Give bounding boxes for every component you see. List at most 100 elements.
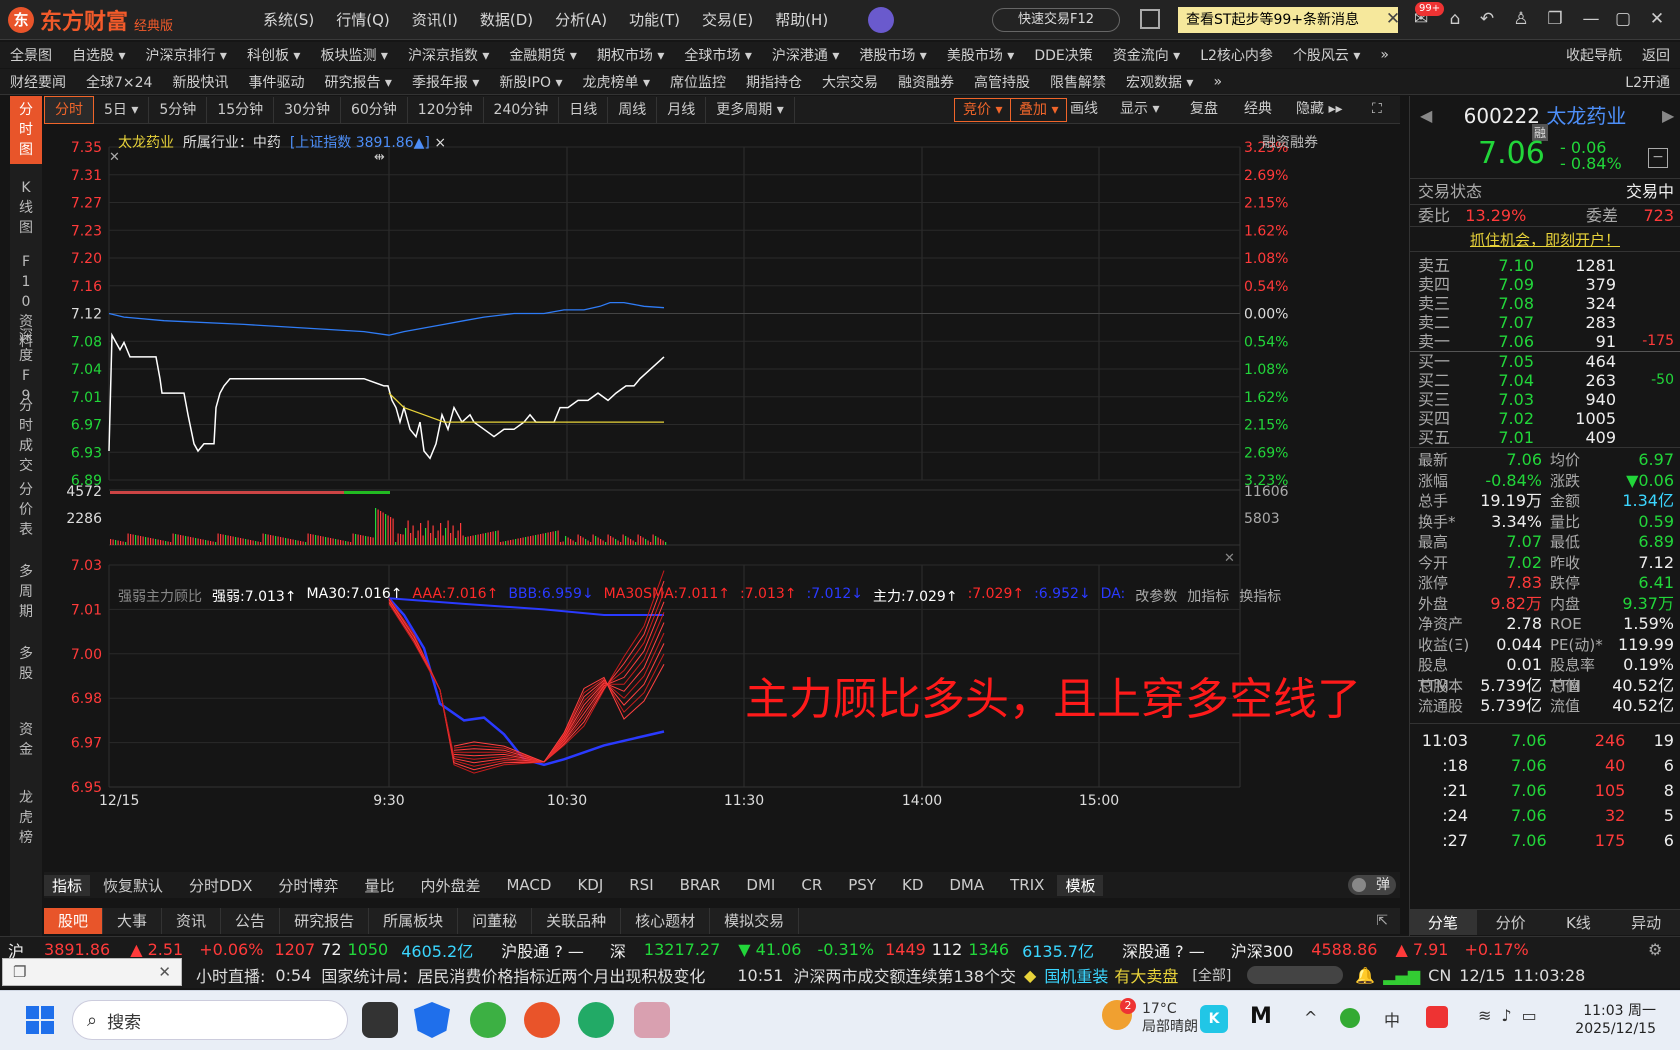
period-tab[interactable]: 30分钟 <box>274 96 341 123</box>
nav-item[interactable]: L2开通 <box>1615 72 1680 92</box>
menu-item[interactable]: 行情(Q) <box>325 8 401 32</box>
period-tab[interactable]: 分时 <box>44 95 94 124</box>
menu-item[interactable]: 交易(E) <box>691 8 764 32</box>
chart-tool-button[interactable]: 显示 ▾ <box>1112 98 1167 122</box>
back-icon[interactable]: ↶ <box>1476 8 1498 30</box>
order-book-row[interactable]: 买四 7.02 1005 <box>1410 409 1680 428</box>
taskbar-search[interactable]: ⌕ 搜索 <box>72 1000 348 1040</box>
indicator-tab[interactable]: 分时DDX <box>176 875 265 896</box>
info-tab[interactable]: 大事 <box>103 908 163 934</box>
search-mini-input[interactable] <box>1247 966 1344 984</box>
nav-item[interactable]: 金融期货 ▾ <box>499 45 586 65</box>
nav-item[interactable]: 返回 <box>1632 45 1680 65</box>
period-tab[interactable]: 月线 <box>657 96 707 123</box>
image-app-icon[interactable] <box>634 1002 670 1038</box>
chat-app-icon[interactable] <box>578 1002 614 1038</box>
nav-item[interactable]: » <box>1203 74 1232 90</box>
collapse-icon[interactable]: − <box>1648 148 1668 168</box>
nav-item[interactable]: 港股市场 ▾ <box>849 45 936 65</box>
period-tab[interactable]: 60分钟 <box>341 96 408 123</box>
nav-item[interactable]: 沪深港通 ▾ <box>762 45 849 65</box>
sgt-label[interactable]: 深股通 ? — <box>1104 938 1223 962</box>
grid-layout-icon[interactable] <box>1140 9 1160 29</box>
menu-item[interactable]: 数据(D) <box>469 8 544 32</box>
k-app-icon[interactable]: K <box>1200 1005 1228 1033</box>
indicator-tab[interactable]: CR <box>788 876 835 894</box>
period-tab[interactable]: 5分钟 <box>149 96 208 123</box>
open-account-link[interactable]: 抓住机会，即刻开户！ <box>1470 231 1620 249</box>
nav-item[interactable]: 新股IPO ▾ <box>489 72 572 92</box>
order-book-row[interactable]: 卖三 7.08 324 <box>1410 294 1680 313</box>
sz-index[interactable]: 13217.27 <box>634 940 730 959</box>
nav-item[interactable]: 融资融券 <box>888 72 964 92</box>
info-tab[interactable]: 资讯 <box>162 908 222 934</box>
period-tab[interactable]: 周线 <box>608 96 658 123</box>
period-tab[interactable]: 更多周期 ▾ <box>706 96 795 123</box>
info-tab[interactable]: 研究报告 <box>280 908 370 934</box>
margin-label[interactable]: 融资融券 <box>1262 132 1318 152</box>
nav-item[interactable]: 财经要闻 <box>0 72 76 92</box>
order-book-row[interactable]: 买三 7.03 940 <box>1410 390 1680 409</box>
nav-item[interactable]: 沪深京排行 ▾ <box>135 45 236 65</box>
view-tab[interactable]: 资金 <box>10 716 42 764</box>
nav-item[interactable]: 个股风云 ▾ <box>1283 45 1370 65</box>
period-tab[interactable]: 15分钟 <box>207 96 275 123</box>
indicator-tab[interactable]: 量比 <box>351 875 407 896</box>
chart-tool-button[interactable]: 叠加 ▾ <box>1010 98 1068 122</box>
view-tab[interactable]: 分时成交 <box>10 392 42 480</box>
period-tab[interactable]: 日线 <box>559 96 609 123</box>
indicator-tab[interactable]: DMI <box>733 876 788 894</box>
tray-app-icon[interactable] <box>1340 1008 1360 1028</box>
order-book-row[interactable]: 卖二 7.07 283 <box>1410 313 1680 332</box>
tray-expand-icon[interactable]: ^ <box>1304 1008 1317 1027</box>
taskbar-clock[interactable]: 11:03 周一 2025/12/15 <box>1564 1002 1656 1038</box>
minimize-icon[interactable]: — <box>1580 8 1602 30</box>
indicator-tab[interactable]: 模板 <box>1057 874 1104 896</box>
taskview-icon[interactable] <box>362 1002 398 1038</box>
restore-icon[interactable]: ❐ <box>1544 8 1566 30</box>
order-book-row[interactable]: 卖五 7.10 1281 <box>1410 256 1680 275</box>
chart-tool-button[interactable]: 复盘 <box>1182 98 1226 122</box>
chart-tool-button[interactable]: 经典 <box>1236 98 1280 122</box>
info-tab[interactable]: 所属板块 <box>369 908 459 934</box>
view-tab[interactable]: K线图 <box>10 174 42 242</box>
tray-red-app-icon[interactable] <box>1426 1006 1448 1028</box>
close-icon[interactable]: ✕ <box>1646 8 1668 30</box>
chart-tool-button[interactable]: 画线 <box>1062 98 1106 122</box>
info-tab[interactable]: 股吧 <box>44 908 104 934</box>
indicator-tab[interactable]: KDJ <box>564 876 616 894</box>
nav-item[interactable]: 季报年报 ▾ <box>402 72 489 92</box>
nav-item[interactable]: 席位监控 <box>660 72 736 92</box>
info-tab[interactable]: 公告 <box>221 908 281 934</box>
indicator-tab[interactable]: KD <box>889 876 936 894</box>
prev-stock-icon[interactable]: ◀ <box>1420 106 1432 125</box>
news-item-1[interactable]: 国家统计局：居民消费价格指标近两个月出现积极变化 <box>321 963 705 987</box>
robot-assistant-icon[interactable] <box>868 7 894 33</box>
ime-indicator[interactable]: 中 <box>1384 1007 1400 1031</box>
expand-panel-icon[interactable]: ⇱ <box>1376 913 1400 929</box>
info-tab[interactable]: 核心题材 <box>621 908 711 934</box>
menu-item[interactable]: 功能(T) <box>618 8 691 32</box>
nav-item[interactable]: » <box>1370 47 1399 63</box>
nav-item[interactable]: L2核心内参 <box>1190 45 1283 65</box>
indicator-tab[interactable]: 分时博弈 <box>265 875 351 896</box>
order-book-row[interactable]: 卖一 7.06 91 -175 <box>1410 332 1680 351</box>
indicator-tab[interactable]: 指标 <box>44 874 91 896</box>
floating-mini-window[interactable]: ❐ ✕ <box>2 958 182 986</box>
indicator-tab[interactable]: BRAR <box>667 876 734 894</box>
alert-filter[interactable]: [全部] <box>1184 965 1239 985</box>
skin-icon[interactable]: ♙ <box>1510 8 1532 30</box>
popup-toggle[interactable]: 弹 <box>1348 875 1396 895</box>
info-tab[interactable]: 模拟交易 <box>710 908 800 934</box>
menu-item[interactable]: 资讯(I) <box>401 8 469 32</box>
news-item-2[interactable]: 沪深两市成交额连续第138个交 <box>793 963 1016 987</box>
nav-item[interactable]: 事件驱动 <box>238 72 314 92</box>
nav-item[interactable]: 龙虎榜单 ▾ <box>573 72 660 92</box>
bell-icon[interactable]: 🔔 <box>1351 966 1379 985</box>
nav-item[interactable]: 宏观数据 ▾ <box>1116 72 1203 92</box>
view-tab[interactable]: 多股 <box>10 640 42 688</box>
nav-item[interactable]: 全球市场 ▾ <box>674 45 761 65</box>
view-tab[interactable]: 分时图 <box>10 96 42 164</box>
nav-item[interactable]: 研究报告 ▾ <box>314 72 401 92</box>
quote-panel-tab[interactable]: 分价 <box>1477 910 1545 935</box>
